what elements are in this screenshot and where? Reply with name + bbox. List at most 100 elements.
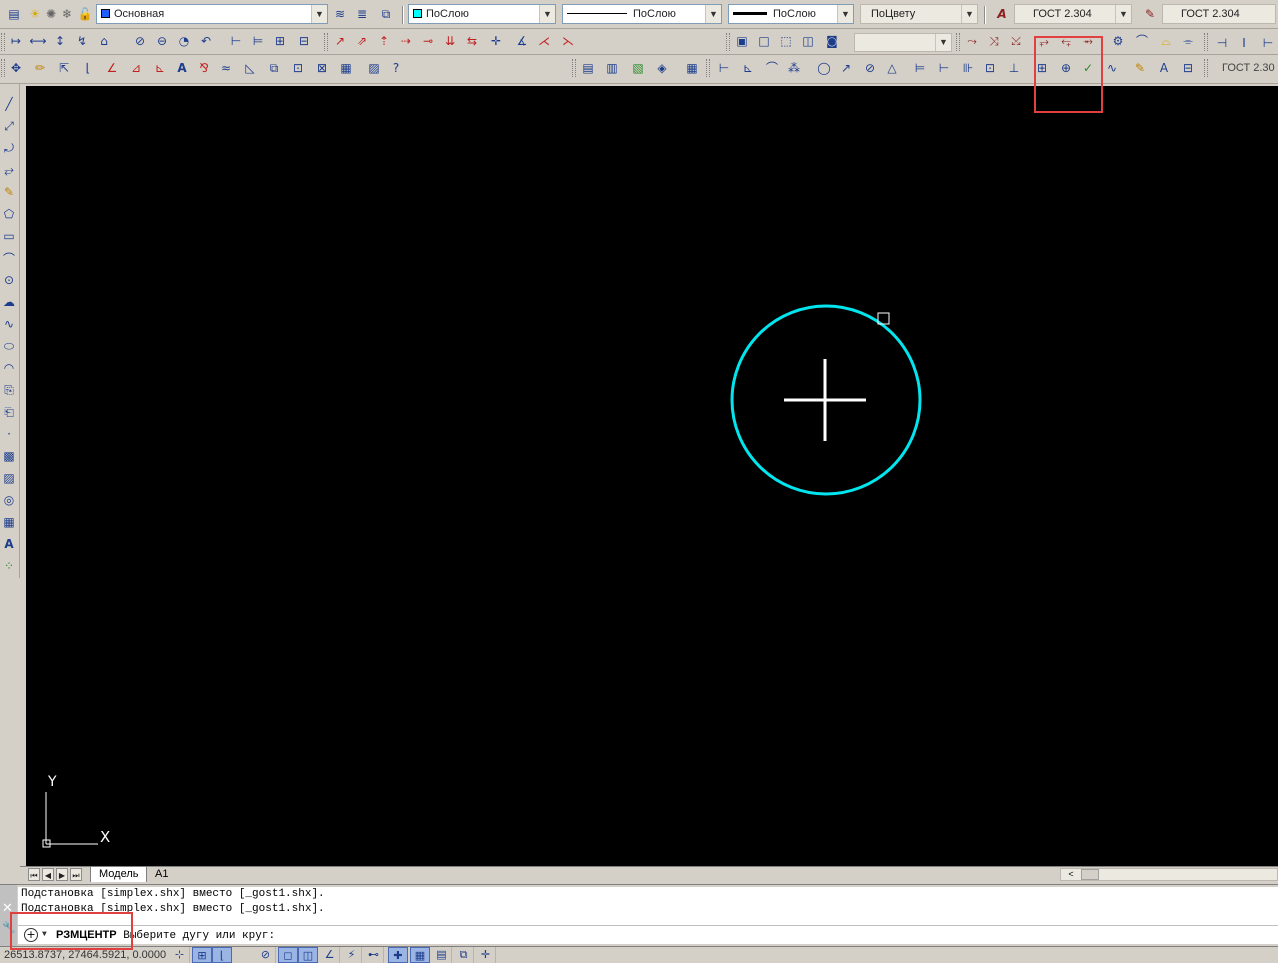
draw-insert-block-icon[interactable]: ⎘ — [0, 380, 18, 400]
dim-lock-icon[interactable]: ⌓ — [1156, 31, 1176, 51]
sun-icon[interactable]: ✺ — [44, 4, 58, 24]
dim-continue-icon[interactable]: ⊨ — [248, 31, 268, 51]
d2-space-icon[interactable]: ⊡ — [980, 58, 1000, 78]
snap-nearest-icon[interactable]: ⋋ — [558, 31, 578, 51]
draw-make-block-icon[interactable]: ⎗ — [0, 402, 18, 422]
d2-tedit-icon[interactable]: A — [1154, 58, 1174, 78]
polar-mode-icon[interactable]: ⊘ — [256, 947, 276, 963]
snap-endpoint-icon[interactable]: ↗ — [330, 31, 350, 51]
dim-radius-icon[interactable]: ⊘ — [130, 31, 150, 51]
mod-pencil-icon[interactable]: ✏ — [30, 58, 50, 78]
toolbar-grip[interactable] — [726, 33, 730, 51]
command-line[interactable]: + ▼ РЗМЦЕНТР Выберите дугу или круг: — [18, 925, 1278, 944]
snap-tangent-icon[interactable]: ✛ — [486, 31, 506, 51]
mod-select-icon[interactable]: ⇱ — [54, 58, 74, 78]
ducs-mode-icon[interactable]: ⚡ — [342, 947, 362, 963]
d2-jogged-icon[interactable]: ↗ — [836, 58, 856, 78]
dim-update-icon[interactable]: ⤩ — [1006, 31, 1026, 51]
snap-quadrant-icon[interactable]: ⇆ — [462, 31, 482, 51]
d2-jogline-icon[interactable]: ∿ — [1102, 58, 1122, 78]
chevron-down-icon[interactable]: ▼ — [42, 926, 47, 944]
draw-ellipse-arc-icon[interactable]: ◠ — [0, 358, 18, 378]
mod-offset-icon[interactable]: ⌊ — [78, 58, 98, 78]
chevron-down-icon[interactable]: ▼ — [1115, 5, 1131, 23]
toolbar-grip[interactable] — [324, 33, 328, 51]
dim-edit-icon[interactable]: ⤳ — [962, 31, 982, 51]
draw-brush-icon[interactable]: ✎ — [0, 182, 18, 202]
dim-inspect-icon[interactable]: ⥆ — [1056, 31, 1076, 51]
linetype-combo[interactable]: ПоСлою ▼ — [562, 4, 722, 24]
ortho-mode-icon[interactable]: ⌊ — [212, 947, 232, 963]
snap-parallel-icon[interactable]: ⋌ — [534, 31, 554, 51]
mod-table-icon[interactable]: ⊠ — [312, 58, 332, 78]
sc-mode-icon[interactable]: ⧉ — [454, 947, 474, 963]
mod-scale-icon[interactable]: ⅋ — [194, 58, 214, 78]
otrack-mode-icon[interactable]: ∠ — [320, 947, 340, 963]
d2-inspect-icon[interactable]: ✓ — [1078, 58, 1098, 78]
toolbar-grip[interactable] — [572, 59, 576, 77]
chevron-down-icon[interactable]: ▼ — [935, 34, 951, 51]
dim-jogline-icon[interactable]: ⥇ — [1078, 31, 1098, 51]
mod-text-icon[interactable]: A — [172, 58, 192, 78]
dim-tolerance-icon[interactable]: ⥅ — [1034, 31, 1054, 51]
insert-field-icon[interactable]: ▦ — [682, 58, 702, 78]
draw-arc-icon[interactable]: ⌒ — [0, 248, 18, 268]
plotstyle-combo[interactable]: ПоЦвету ▼ — [860, 4, 978, 24]
chevron-down-icon[interactable]: ▼ — [961, 5, 977, 23]
insert-block-icon[interactable]: ▤ — [578, 58, 598, 78]
chevron-down-icon[interactable]: ▼ — [539, 5, 555, 23]
scroll-left-icon[interactable]: < — [1061, 869, 1081, 880]
close-icon[interactable]: ✕ — [2, 901, 13, 916]
toolbar-grip[interactable] — [1, 59, 5, 77]
help-icon[interactable]: ? — [386, 58, 406, 78]
draw-spline-icon[interactable]: ⥂ — [0, 160, 18, 180]
layer-states-icon[interactable]: ⧉ — [376, 4, 396, 24]
snap-apparent-icon[interactable]: ⇢ — [396, 31, 416, 51]
d2-aligned-icon[interactable]: ⊾ — [738, 58, 758, 78]
mod-extend-icon[interactable]: ⊾ — [150, 58, 170, 78]
draw-ellipse-icon[interactable]: ⬭ — [0, 336, 18, 356]
mod-hatch-icon[interactable]: ▨ — [364, 58, 384, 78]
viewport-scale-combo[interactable]: ▼ — [854, 33, 952, 52]
draw-gradient-icon[interactable]: ▨ — [0, 468, 18, 488]
toolbar-grip[interactable] — [1204, 33, 1208, 51]
d2-update-icon[interactable]: ⊟ — [1178, 58, 1198, 78]
d2-radius-icon[interactable]: ◯ — [814, 58, 834, 78]
d2-ordinate-icon[interactable]: ⁂ — [784, 58, 804, 78]
draw-rectangle-icon[interactable]: ▭ — [0, 226, 18, 246]
chevron-down-icon[interactable]: ▼ — [705, 5, 721, 23]
dim-style-icon[interactable]: ✎ — [1140, 4, 1160, 24]
insert-xref-icon[interactable]: ▧ — [628, 58, 648, 78]
bulb-icon[interactable]: ☀ — [28, 4, 42, 24]
view-named-icon[interactable]: ▣ — [732, 31, 752, 51]
mod-copy-icon[interactable]: ⧉ — [264, 58, 284, 78]
draw-wave-icon[interactable]: ∿ — [0, 314, 18, 334]
dim-diameter-icon[interactable]: ⊖ — [152, 31, 172, 51]
draw-line-icon[interactable]: ╱ — [0, 94, 18, 114]
insert-image-icon[interactable]: ▥ — [602, 58, 622, 78]
snap-mode-icon[interactable]: ⊹ — [170, 947, 190, 963]
view-convert-icon[interactable]: ◫ — [798, 31, 818, 51]
snap-midpoint-icon[interactable]: ⇗ — [352, 31, 372, 51]
horizontal-scrollbar[interactable]: < — [1060, 868, 1278, 881]
view-polygonal-icon[interactable]: ⬚ — [776, 31, 796, 51]
draw-table-icon[interactable]: ▦ — [0, 512, 18, 532]
draw-add-selected-icon[interactable]: ⁘ — [0, 556, 18, 576]
first-tab-icon[interactable]: ⏮ — [28, 868, 40, 881]
dim-reassociate-icon[interactable]: ⚙ — [1108, 31, 1128, 51]
view-clip-icon[interactable]: ◙ — [822, 31, 842, 51]
mod-angle-icon[interactable]: ∠ — [102, 58, 122, 78]
dim-ordinate-icon[interactable]: ⌂ — [94, 31, 114, 51]
draw-xline-icon[interactable]: ⤢ — [0, 116, 18, 136]
lock-icon[interactable]: 🔓 — [78, 4, 93, 24]
toolbar-grip[interactable] — [956, 33, 960, 51]
tab-model[interactable]: Модель — [90, 867, 148, 882]
toolbar-grip[interactable] — [1, 33, 5, 51]
dim-space-icon[interactable]: ⊞ — [270, 31, 290, 51]
dim-baseline-icon[interactable]: ⊢ — [226, 31, 246, 51]
command-menu-icon[interactable]: + — [24, 928, 38, 942]
mod-chamfer-icon[interactable]: ⊿ — [126, 58, 146, 78]
draw-point-icon[interactable]: · — [0, 424, 18, 444]
dim-linear-icon[interactable]: ↦ — [6, 31, 26, 51]
d2-continue-icon[interactable]: ⊪ — [958, 58, 978, 78]
